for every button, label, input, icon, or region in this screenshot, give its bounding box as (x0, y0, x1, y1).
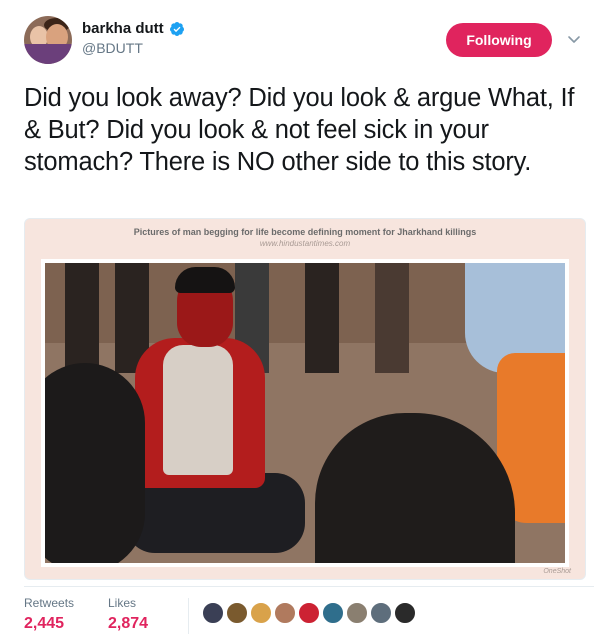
stats-separator (188, 598, 189, 634)
liker-avatar[interactable] (250, 602, 272, 624)
liker-avatar[interactable] (226, 602, 248, 624)
user-names: barkha dutt @BDUTT (82, 20, 185, 56)
liker-avatar[interactable] (346, 602, 368, 624)
photo-bystander-legs (65, 263, 99, 373)
divider (24, 586, 594, 587)
media-watermark: OneShot (543, 568, 571, 575)
display-name[interactable]: barkha dutt (82, 20, 164, 37)
avatar-clothes (24, 44, 72, 64)
likes-label: Likes (108, 596, 137, 610)
retweets-count: 2,445 (24, 615, 65, 632)
liker-avatar[interactable] (394, 602, 416, 624)
liker-avatars (202, 602, 416, 624)
likes-stat[interactable]: Likes 2,874 (108, 596, 148, 633)
liker-avatar[interactable] (274, 602, 296, 624)
photo-foreground-head-left (45, 363, 145, 563)
display-name-row[interactable]: barkha dutt (82, 20, 185, 37)
photo-frame (41, 259, 569, 567)
media-source: www.hindustantimes.com (259, 239, 351, 248)
retweets-label: Retweets (24, 596, 75, 610)
tweet-text: Did you look away? Did you look & argue … (24, 84, 575, 176)
following-button[interactable]: Following (446, 23, 552, 57)
photo-man-hair (175, 267, 235, 293)
user-handle[interactable]: @BDUTT (82, 40, 185, 56)
news-photo (45, 263, 565, 563)
photo-man-shirt (163, 345, 233, 475)
liker-avatar[interactable] (322, 602, 344, 624)
liker-avatar[interactable] (202, 602, 224, 624)
chevron-down-icon[interactable] (567, 32, 581, 46)
photo-bystander-legs (305, 263, 339, 373)
liker-avatar[interactable] (370, 602, 392, 624)
retweets-stat[interactable]: Retweets 2,445 (24, 596, 74, 633)
media-caption: Pictures of man begging for life become … (133, 227, 477, 237)
user-avatar[interactable] (24, 16, 72, 64)
tweet-header: barkha dutt @BDUTT Following (24, 12, 594, 68)
verified-badge-icon (169, 21, 184, 36)
photo-bystander-legs (375, 263, 409, 373)
likes-count: 2,874 (108, 615, 149, 632)
liker-avatar[interactable] (298, 602, 320, 624)
tweet-media[interactable]: Pictures of man begging for life become … (24, 218, 586, 580)
